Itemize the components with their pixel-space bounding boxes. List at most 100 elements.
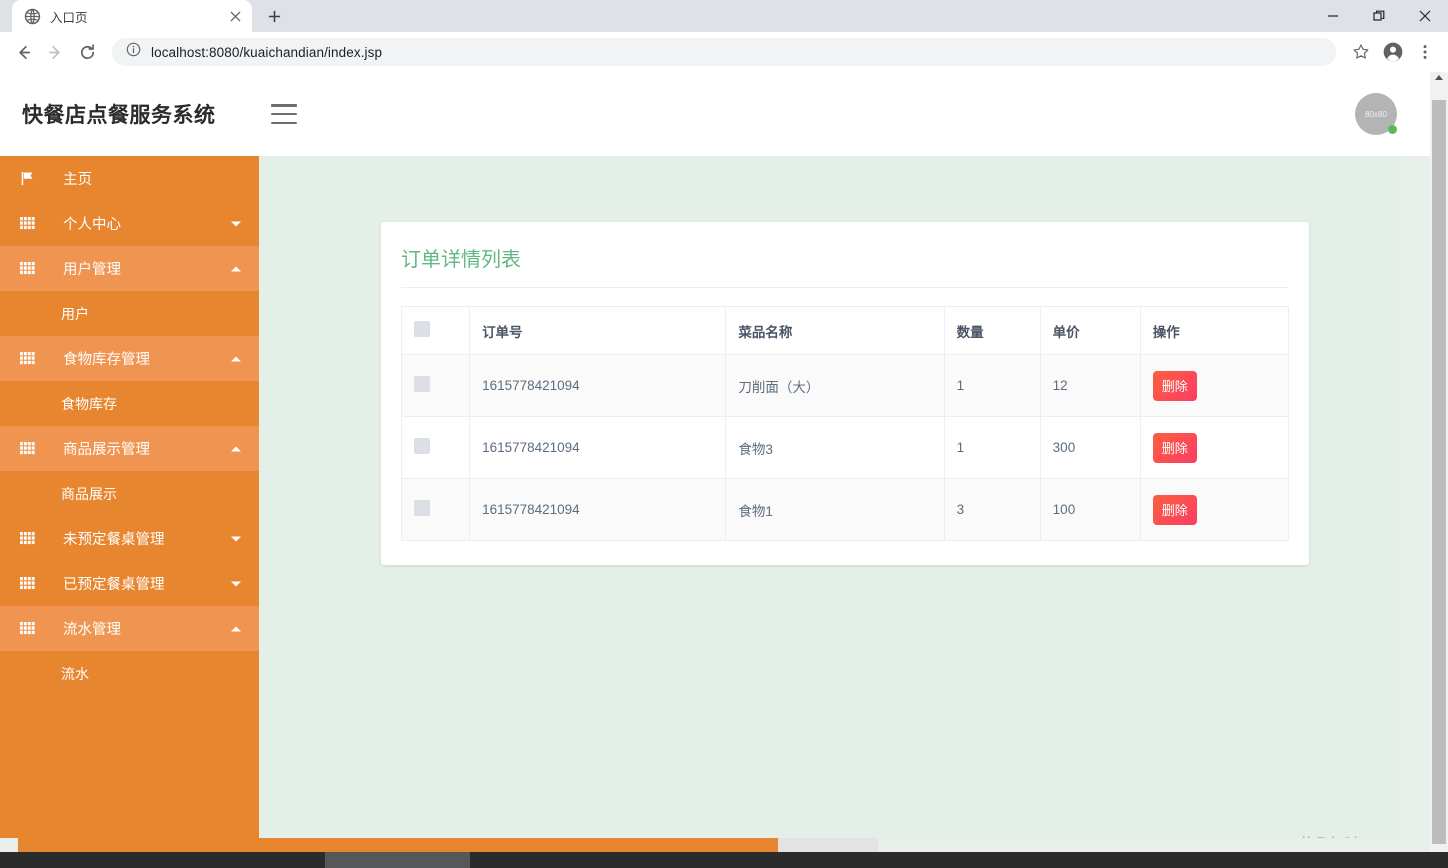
sidebar-item-2-sub-0[interactable]: 用户 bbox=[0, 291, 259, 336]
page-viewport: 快餐店点餐服务系统 80x80 主页个人中心用户管理用户食物库存管理食物库存商品… bbox=[0, 72, 1448, 868]
grid-icon bbox=[20, 622, 42, 635]
chevron-up-icon[interactable] bbox=[231, 446, 241, 451]
os-taskbar bbox=[0, 852, 1448, 868]
column-header: 操作 bbox=[1139, 306, 1290, 355]
scroll-up-arrow-icon[interactable] bbox=[1435, 75, 1443, 80]
browser-tab[interactable]: 入口页 bbox=[12, 0, 252, 32]
order-detail-card: 订单详情列表 订单号 菜品名称 数量 单价 操作 1615778421094 刀削面（大）… bbox=[381, 222, 1309, 565]
sidebar-subitem-label: 食物库存 bbox=[61, 395, 117, 412]
sidebar-item-1[interactable]: 个人中心 bbox=[0, 201, 259, 246]
three-dots-icon[interactable] bbox=[1410, 37, 1440, 67]
back-arrow-icon[interactable] bbox=[8, 37, 38, 67]
chevron-down-icon[interactable] bbox=[231, 581, 241, 586]
table-body: 1615778421094 刀削面（大） 1 12 删除 1615778421094 食物3… bbox=[400, 354, 1290, 541]
star-icon[interactable] bbox=[1346, 37, 1376, 67]
cell-order-no: 1615778421094 bbox=[469, 478, 727, 541]
sidebar-item-label: 未预定餐桌管理 bbox=[63, 532, 165, 548]
sidebar-item-4[interactable]: 商品展示管理 bbox=[0, 426, 259, 471]
sidebar-item-label: 用户管理 bbox=[63, 262, 121, 278]
sidebar-item-2[interactable]: 用户管理 bbox=[0, 246, 259, 291]
sidebar-item-4-sub-0[interactable]: 商品展示 bbox=[0, 471, 259, 516]
address-bar[interactable]: localhost:8080/kuaichandian/index.jsp bbox=[112, 38, 1336, 66]
chevron-down-icon[interactable] bbox=[231, 536, 241, 541]
horizontal-scrollbar-track[interactable] bbox=[778, 838, 878, 852]
sidebar-item-6[interactable]: 已预定餐桌管理 bbox=[0, 561, 259, 606]
vertical-scrollbar-thumb[interactable] bbox=[1432, 100, 1446, 844]
close-window-button[interactable] bbox=[1402, 0, 1448, 32]
sidebar-subitem-label: 流水 bbox=[61, 665, 89, 682]
globe-icon bbox=[24, 8, 41, 25]
table-head: 订单号 菜品名称 数量 单价 操作 bbox=[400, 306, 1290, 355]
maximize-button[interactable] bbox=[1356, 0, 1402, 32]
main-content: 订单详情列表 订单号 菜品名称 数量 单价 操作 1615778421094 刀削面（大）… bbox=[259, 156, 1398, 868]
window-controls bbox=[1310, 0, 1448, 32]
taskbar-item[interactable] bbox=[325, 852, 470, 868]
delete-button[interactable]: 删除 bbox=[1152, 432, 1197, 463]
cell-unit-price: 100 bbox=[1039, 478, 1141, 541]
cell-unit-price: 300 bbox=[1039, 416, 1141, 479]
delete-button[interactable]: 删除 bbox=[1152, 494, 1197, 525]
sidebar-item-label: 商品展示管理 bbox=[63, 442, 150, 458]
chevron-up-icon[interactable] bbox=[231, 266, 241, 271]
chevron-up-icon[interactable] bbox=[231, 356, 241, 361]
info-circle-icon[interactable] bbox=[126, 42, 141, 62]
row-checkbox[interactable] bbox=[414, 438, 430, 454]
sidebar-subitem-label: 用户 bbox=[61, 305, 89, 322]
reload-icon[interactable] bbox=[72, 37, 102, 67]
forward-arrow-icon[interactable] bbox=[40, 37, 70, 67]
sidebar-subitem-label: 商品展示 bbox=[61, 485, 117, 502]
sidebar-item-0[interactable]: 主页 bbox=[0, 156, 259, 201]
address-bar-url[interactable]: localhost:8080/kuaichandian/index.jsp bbox=[151, 45, 382, 60]
minimize-button[interactable] bbox=[1310, 0, 1356, 32]
avatar[interactable]: 80x80 bbox=[1355, 93, 1397, 135]
cell-dish-name: 刀削面（大） bbox=[725, 354, 945, 417]
sidebar-item-7[interactable]: 流水管理 bbox=[0, 606, 259, 651]
flag-icon bbox=[20, 171, 42, 186]
table-row[interactable]: 1615778421094 食物1 3 100 删除 bbox=[400, 478, 1290, 541]
chevron-down-icon[interactable] bbox=[231, 221, 241, 226]
column-header: 单价 bbox=[1039, 306, 1141, 355]
tab-title: 入口页 bbox=[50, 10, 88, 25]
sidebar: 主页个人中心用户管理用户食物库存管理食物库存商品展示管理 商品展示未预定餐桌管理已… bbox=[0, 156, 259, 868]
cell-dish-name: 食物1 bbox=[725, 478, 945, 541]
horizontal-scrollbar-thumb[interactable] bbox=[18, 838, 778, 852]
order-detail-table: 订单号 菜品名称 数量 单价 操作 1615778421094 刀削面（大） 1 12 删除 16… bbox=[400, 306, 1290, 541]
grid-icon bbox=[20, 217, 42, 230]
select-all-checkbox-cell bbox=[400, 306, 471, 355]
table-header-row: 订单号 菜品名称 数量 单价 操作 bbox=[400, 306, 1290, 355]
sidebar-item-label: 主页 bbox=[63, 172, 92, 188]
select-all-checkbox[interactable] bbox=[414, 321, 430, 337]
browser-titlebar: 入口页 bbox=[0, 0, 1448, 32]
new-tab-button[interactable] bbox=[260, 2, 288, 30]
delete-button[interactable]: 删除 bbox=[1152, 370, 1197, 401]
cell-action: 删除 bbox=[1139, 478, 1290, 541]
column-header: 数量 bbox=[943, 306, 1041, 355]
cell-quantity: 1 bbox=[943, 354, 1041, 417]
table-row[interactable]: 1615778421094 食物3 1 300 删除 bbox=[400, 416, 1290, 479]
grid-icon bbox=[20, 442, 42, 455]
sidebar-item-label: 流水管理 bbox=[63, 622, 121, 638]
horizontal-scrollbar[interactable] bbox=[0, 838, 1430, 852]
vertical-scrollbar[interactable] bbox=[1430, 72, 1448, 854]
table-row[interactable]: 1615778421094 刀削面（大） 1 12 删除 bbox=[400, 354, 1290, 417]
sidebar-item-7-sub-0[interactable]: 流水 bbox=[0, 651, 259, 696]
row-checkbox[interactable] bbox=[414, 376, 430, 392]
sidebar-item-5[interactable]: 未预定餐桌管理 bbox=[0, 516, 259, 561]
browser-window: 入口页 localhost:8080/kuaichandian/index.js… bbox=[0, 0, 1448, 868]
cell-quantity: 1 bbox=[943, 416, 1041, 479]
close-icon[interactable] bbox=[226, 7, 244, 25]
row-checkbox[interactable] bbox=[414, 500, 430, 516]
chevron-up-icon[interactable] bbox=[231, 626, 241, 631]
page-title: 快餐店点餐服务系统 bbox=[22, 104, 216, 127]
row-checkbox-cell bbox=[400, 354, 471, 417]
cell-unit-price: 12 bbox=[1039, 354, 1141, 417]
divider bbox=[401, 287, 1289, 288]
sidebar-item-3-sub-0[interactable]: 食物库存 bbox=[0, 381, 259, 426]
card-title: 订单详情列表 bbox=[401, 249, 521, 271]
browser-toolbar: localhost:8080/kuaichandian/index.jsp bbox=[0, 32, 1448, 72]
hamburger-icon[interactable] bbox=[270, 104, 297, 124]
sidebar-item-3[interactable]: 食物库存管理 bbox=[0, 336, 259, 381]
profile-avatar-icon[interactable] bbox=[1378, 37, 1408, 67]
row-checkbox-cell bbox=[400, 478, 471, 541]
cell-action: 删除 bbox=[1139, 416, 1290, 479]
